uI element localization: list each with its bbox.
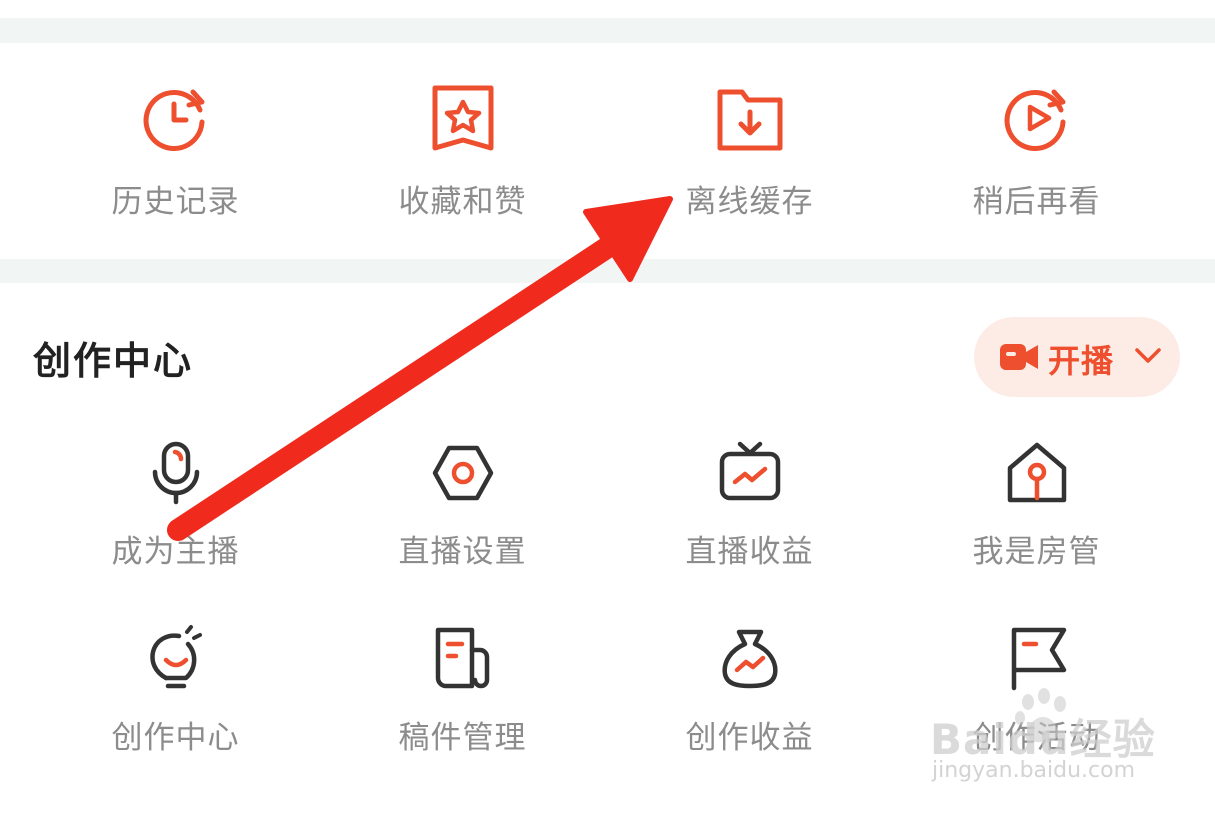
start-live-label: 开播 — [1048, 342, 1115, 380]
section-divider — [0, 259, 1215, 283]
watermark-url: jingyan.baidu.com — [932, 758, 1136, 783]
manuscript-management-item[interactable]: 稿件管理 — [319, 624, 606, 757]
room-manager-label: 我是房管 — [972, 534, 1101, 570]
activity-flag-icon — [1011, 627, 1066, 691]
creation-earnings-label: 创作收益 — [685, 720, 814, 756]
video-camera-icon — [1000, 344, 1038, 370]
favorites-item[interactable]: 收藏和赞 — [319, 80, 606, 221]
money-bag-icon — [721, 629, 778, 689]
room-manager-item[interactable]: 我是房管 — [893, 438, 1180, 571]
live-earnings-item[interactable]: 直播收益 — [606, 438, 893, 571]
manuscript-document-icon — [435, 627, 489, 689]
chevron-down-icon — [1135, 348, 1161, 363]
live-earnings-label: 直播收益 — [685, 534, 814, 570]
start-live-button[interactable]: 开播 — [974, 317, 1180, 397]
favorite-star-icon — [432, 85, 493, 151]
history-clock-icon — [143, 89, 204, 151]
live-settings-hexagon-icon — [432, 445, 493, 501]
become-streamer-label: 成为主播 — [111, 534, 240, 570]
offline-cache-item[interactable]: 离线缓存 — [606, 80, 893, 221]
lightbulb-icon — [149, 625, 202, 689]
section-title: 创作中心 — [33, 339, 194, 383]
become-streamer-item[interactable]: 成为主播 — [32, 438, 319, 571]
watch-later-label: 稍后再看 — [972, 184, 1101, 220]
room-manager-house-icon — [1007, 442, 1066, 503]
tv-earnings-icon — [719, 441, 780, 501]
history-item[interactable]: 历史记录 — [32, 80, 319, 221]
creation-center-label: 创作中心 — [111, 720, 240, 756]
creation-center-item[interactable]: 创作中心 — [32, 624, 319, 757]
offline-cache-label: 离线缓存 — [685, 184, 814, 220]
microphone-icon — [152, 441, 199, 505]
watch-later-item[interactable]: 稍后再看 — [893, 80, 1180, 221]
history-label: 历史记录 — [111, 184, 240, 220]
creation-earnings-item[interactable]: 创作收益 — [606, 624, 893, 757]
live-settings-item[interactable]: 直播设置 — [319, 438, 606, 571]
watch-later-play-icon — [1004, 89, 1065, 151]
offline-download-folder-icon — [717, 89, 782, 151]
favorites-label: 收藏和赞 — [398, 184, 527, 220]
live-settings-label: 直播设置 — [398, 534, 527, 570]
section-divider — [0, 18, 1215, 43]
manuscript-management-label: 稿件管理 — [398, 720, 527, 756]
